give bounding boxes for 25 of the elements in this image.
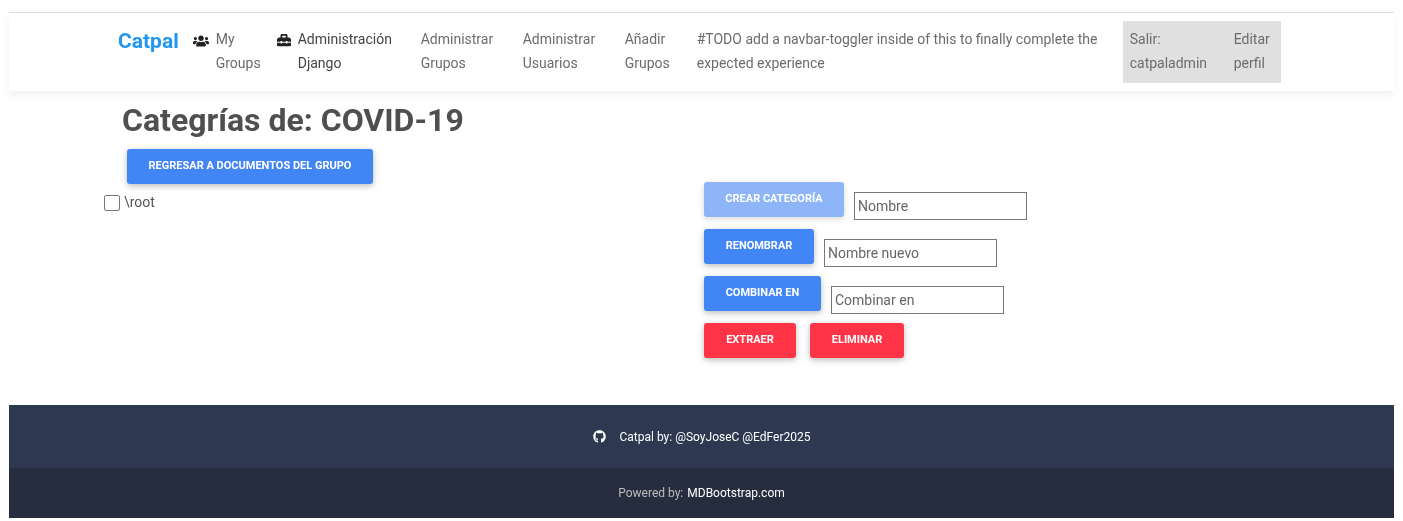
- page-heading: Categrías de: COVID-19: [122, 101, 465, 139]
- checkbox[interactable]: [104, 194, 120, 211]
- tree-item-label[interactable]: \root: [124, 192, 155, 213]
- footer-link[interactable]: MDBootstrap.com: [687, 484, 785, 502]
- powered-by-label: Powered by:: [618, 485, 684, 502]
- back-button[interactable]: REGRESAR A DOCUMENTOS DEL GRUPO: [127, 149, 373, 184]
- nav-link[interactable]: My Groups: [215, 27, 261, 75]
- action-button[interactable]: COMBINAR EN: [704, 276, 821, 311]
- brand-logo[interactable]: Catpal: [118, 27, 179, 55]
- nav-link[interactable]: Administrar Usuarios: [522, 27, 603, 75]
- nav-link[interactable]: Administración Django: [297, 27, 399, 75]
- action-button[interactable]: RENOMBRAR: [704, 229, 814, 264]
- nav-link[interactable]: Editar perfil: [1233, 27, 1274, 83]
- nav-link[interactable]: Salir: catpaladmin: [1129, 27, 1212, 83]
- nav-link[interactable]: Administrar Grupos: [420, 27, 501, 75]
- users-icon: [192, 33, 209, 49]
- danger-button[interactable]: ELIMINAR: [810, 323, 904, 358]
- navbar-note: #TODO add a navbar-toggler inside of this to finally complete the expected experience: [696, 30, 1099, 73]
- text-input[interactable]: Nombre nuevo: [824, 239, 997, 267]
- danger-button[interactable]: EXTRAER: [704, 323, 796, 358]
- footer-credit: Catpal by: @SoyJoseC @EdFer2025: [619, 428, 811, 446]
- github-icon: [592, 430, 606, 443]
- toolbox-icon: [276, 33, 291, 47]
- nav-link[interactable]: Añadir Grupos: [624, 27, 675, 75]
- text-input[interactable]: Combinar en: [831, 286, 1004, 314]
